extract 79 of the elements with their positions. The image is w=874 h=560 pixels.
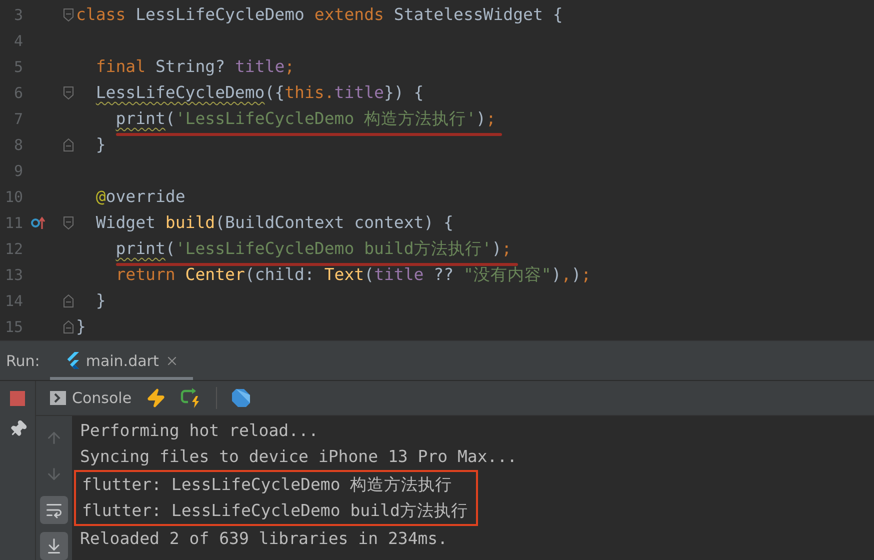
code-token: return (116, 264, 176, 286)
soft-wrap-button[interactable] (40, 496, 68, 524)
fold-icon[interactable] (63, 86, 74, 100)
code-token: ; (284, 56, 295, 78)
line-number: 7 (12, 110, 23, 128)
console-line: flutter: LessLifeCycleDemo build方法执行 (82, 500, 468, 522)
code-token: Widget (96, 212, 156, 234)
console-line: Performing hot reload... (80, 420, 318, 442)
code-token: title (374, 264, 424, 286)
scroll-to-end-icon (45, 537, 63, 555)
line-number: 8 (12, 136, 23, 154)
line-number: 6 (12, 84, 23, 102)
scroll-to-end-button[interactable] (40, 532, 68, 560)
code-token: "没有内容" (463, 264, 552, 286)
console-line: Syncing files to device iPhone 13 Pro Max... (80, 446, 518, 468)
fold-icon[interactable] (63, 294, 74, 308)
code-token: }) { (384, 82, 424, 104)
fold-icon[interactable] (63, 8, 74, 22)
code-token: ( (165, 108, 176, 130)
line-number: 3 (12, 6, 23, 24)
code-token: } (76, 316, 86, 338)
restart-lightning-icon[interactable] (180, 388, 202, 408)
code-token: } (96, 134, 106, 156)
code-token: Center (185, 264, 245, 286)
code-token: ; (581, 264, 592, 286)
code-token: override (106, 186, 186, 208)
flutter-icon (66, 352, 80, 369)
warning-code-token: LessLifeCycleDemo (96, 82, 265, 104)
code-token: StatelessWidget { (394, 4, 563, 26)
code-token: , (561, 264, 572, 286)
line-number: 5 (12, 58, 23, 76)
console-line: flutter: LessLifeCycleDemo 构造方法执行 (82, 474, 454, 496)
warning-code-token: print (116, 108, 166, 130)
code-token: ({ (264, 82, 285, 104)
code-token: title (234, 56, 285, 78)
warning-code-token: print (116, 238, 166, 260)
code-token: @ (96, 186, 106, 208)
code-token: String? (155, 56, 226, 78)
code-token: (child: (244, 264, 316, 286)
code-token: ( (165, 238, 176, 260)
code-token: (BuildContext context) { (215, 212, 454, 234)
code-token: ) (571, 264, 582, 286)
code-token: LessLifeCycleDemo (136, 4, 306, 26)
code-token: ; (502, 238, 512, 260)
fold-icon[interactable] (63, 320, 74, 334)
code-token: class (76, 4, 127, 26)
terminal-icon (50, 391, 66, 405)
code-token: ) (551, 264, 562, 286)
code-token: 'LessLifeCycleDemo build方法执行' (175, 238, 492, 260)
code-token: title (334, 82, 384, 104)
fold-icon[interactable] (63, 216, 74, 230)
code-token: ( (364, 264, 374, 286)
code-token: final (96, 56, 147, 78)
line-number: 15 (4, 318, 23, 336)
code-token: ) (476, 108, 486, 130)
code-token: ?? (432, 264, 455, 286)
line-number: 14 (4, 292, 23, 310)
fold-icon[interactable] (63, 138, 74, 152)
dart-icon[interactable] (230, 388, 251, 408)
soft-wrap-icon (45, 501, 63, 519)
line-number: 4 (12, 32, 23, 50)
line-number: 9 (12, 162, 23, 180)
code-token: build (165, 212, 216, 234)
lightning-icon[interactable] (146, 388, 166, 408)
line-number: 12 (4, 240, 23, 258)
console-line: Reloaded 2 of 639 libraries in 234ms. (80, 528, 448, 550)
code-token: 'LessLifeCycleDemo 构造方法执行' (175, 108, 476, 130)
code-token: Text (324, 264, 364, 286)
code-token: this. (284, 82, 334, 104)
code-token: ; (486, 108, 496, 130)
line-number: 13 (4, 266, 23, 284)
code-token: ) (492, 238, 502, 260)
code-token: } (96, 290, 106, 312)
line-number: 11 (4, 214, 23, 232)
code-token: extends (314, 4, 385, 26)
console-tab[interactable]: Console (50, 389, 132, 407)
override-marker-icon[interactable] (31, 216, 45, 230)
run-label: Run: (5, 352, 41, 370)
line-number: 10 (4, 188, 23, 206)
